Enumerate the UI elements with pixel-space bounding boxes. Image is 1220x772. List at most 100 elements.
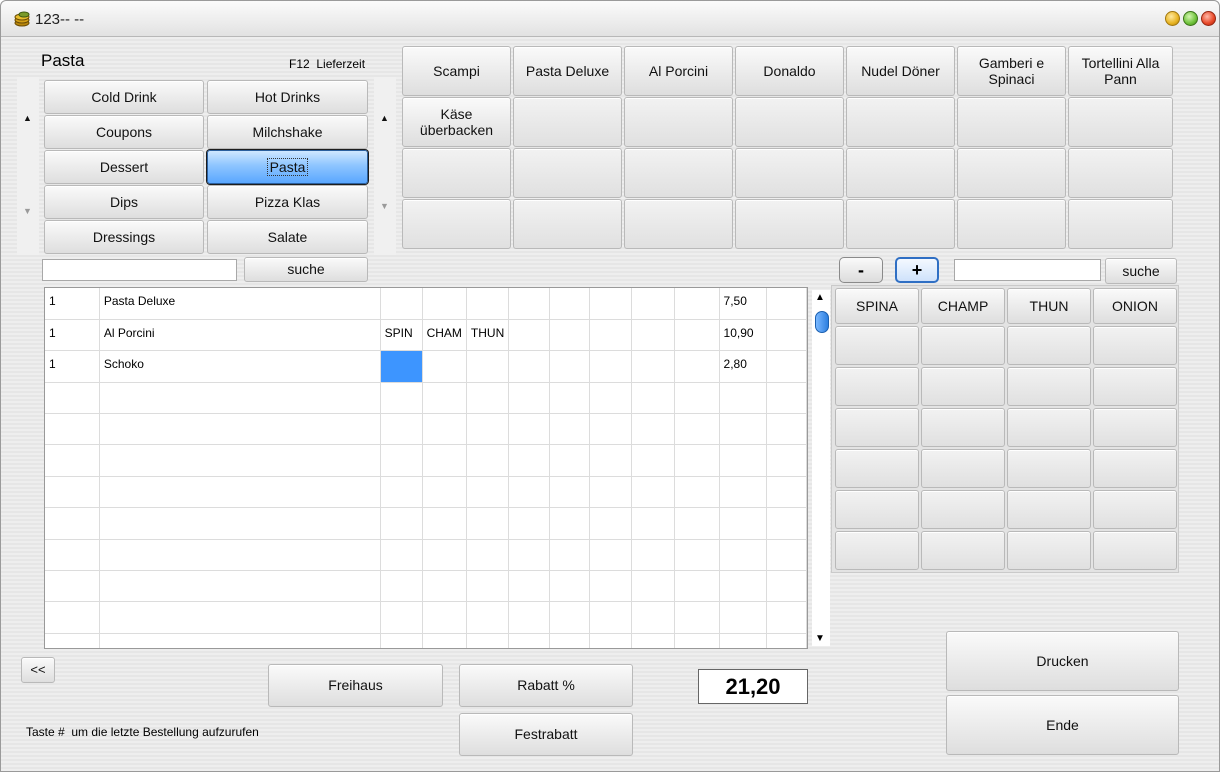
table-cell[interactable]	[589, 570, 632, 603]
table-cell[interactable]	[631, 539, 676, 572]
category-cold-drink[interactable]: Cold Drink	[44, 80, 204, 114]
table-cell[interactable]	[631, 288, 676, 320]
product-scroll-down-icon[interactable]: ▼	[380, 201, 389, 211]
category-dessert[interactable]: Dessert	[44, 150, 204, 184]
cell-qty[interactable]: 1	[45, 319, 100, 352]
product-empty-slot[interactable]	[846, 97, 955, 147]
table-row[interactable]: 1 Schoko 2,80	[45, 350, 807, 383]
table-cell[interactable]	[508, 350, 550, 383]
table-cell[interactable]	[719, 570, 768, 603]
order-scrollbar[interactable]: ▲ ▼	[812, 290, 830, 646]
table-row[interactable]: 1 Pasta Deluxe 7,50	[45, 288, 807, 320]
table-row[interactable]	[45, 633, 807, 648]
product-empty-slot[interactable]	[1068, 148, 1173, 198]
product-empty-slot[interactable]	[402, 148, 511, 198]
cell-extra[interactable]	[380, 288, 423, 320]
table-cell[interactable]	[99, 601, 381, 634]
table-cell[interactable]	[674, 444, 720, 477]
category-pizza-klas[interactable]: Pizza Klas	[207, 185, 368, 219]
table-cell[interactable]	[508, 507, 550, 540]
table-cell[interactable]	[99, 570, 381, 603]
table-cell[interactable]	[589, 507, 632, 540]
cell-qty[interactable]: 1	[45, 350, 100, 383]
extra-empty-slot[interactable]	[921, 449, 1005, 488]
table-cell[interactable]	[719, 382, 768, 415]
extra-spina[interactable]: SPINA	[835, 288, 919, 324]
table-cell[interactable]	[631, 350, 676, 383]
extra-empty-slot[interactable]	[921, 408, 1005, 447]
table-cell[interactable]	[508, 570, 550, 603]
table-cell[interactable]	[766, 570, 807, 603]
table-row[interactable]	[45, 601, 807, 634]
extra-empty-slot[interactable]	[1093, 408, 1177, 447]
extra-empty-slot[interactable]	[1093, 490, 1177, 529]
product-empty-slot[interactable]	[846, 148, 955, 198]
category-coupons[interactable]: Coupons	[44, 115, 204, 149]
table-cell[interactable]	[508, 319, 550, 352]
table-cell[interactable]	[466, 507, 510, 540]
table-cell[interactable]	[589, 319, 632, 352]
table-cell[interactable]	[99, 539, 381, 572]
extra-empty-slot[interactable]	[835, 449, 919, 488]
category-hot-drinks[interactable]: Hot Drinks	[207, 80, 368, 114]
table-cell[interactable]	[766, 288, 807, 320]
table-cell[interactable]	[508, 539, 550, 572]
product-empty-slot[interactable]	[624, 97, 733, 147]
table-cell[interactable]	[380, 444, 423, 477]
product-empty-slot[interactable]	[846, 199, 955, 249]
table-cell[interactable]	[508, 601, 550, 634]
cell-extra[interactable]	[466, 288, 510, 320]
product-empty-slot[interactable]	[513, 148, 622, 198]
table-cell[interactable]	[589, 539, 632, 572]
table-cell[interactable]	[508, 382, 550, 415]
table-cell[interactable]	[508, 413, 550, 446]
extra-empty-slot[interactable]	[1007, 367, 1091, 406]
table-cell[interactable]	[674, 319, 720, 352]
table-cell[interactable]	[466, 570, 510, 603]
table-cell[interactable]	[589, 633, 632, 648]
table-cell[interactable]	[766, 382, 807, 415]
table-cell[interactable]	[549, 633, 591, 648]
table-cell[interactable]	[674, 570, 720, 603]
table-cell[interactable]	[631, 382, 676, 415]
table-cell[interactable]	[631, 319, 676, 352]
extra-empty-slot[interactable]	[1007, 449, 1091, 488]
search-input-right[interactable]	[954, 259, 1101, 281]
table-cell[interactable]	[380, 633, 423, 648]
table-cell[interactable]	[466, 633, 510, 648]
cell-extra[interactable]	[466, 350, 510, 383]
extra-empty-slot[interactable]	[921, 326, 1005, 365]
table-cell[interactable]	[422, 507, 467, 540]
table-cell[interactable]	[45, 413, 100, 446]
table-cell[interactable]	[631, 413, 676, 446]
category-scroll-down-icon[interactable]: ▼	[23, 206, 32, 216]
product-pasta-deluxe[interactable]: Pasta Deluxe	[513, 46, 622, 96]
table-cell[interactable]	[719, 633, 768, 648]
table-cell[interactable]	[549, 507, 591, 540]
order-grid[interactable]: 1 Pasta Deluxe 7,50 1 Al Porcini SPIN CHAM THUN…	[44, 287, 808, 649]
table-cell[interactable]	[45, 601, 100, 634]
product-empty-slot[interactable]	[402, 199, 511, 249]
table-cell[interactable]	[422, 382, 467, 415]
product-empty-slot[interactable]	[957, 199, 1066, 249]
table-cell[interactable]	[766, 601, 807, 634]
table-cell[interactable]	[674, 476, 720, 509]
table-cell[interactable]	[589, 350, 632, 383]
table-cell[interactable]	[719, 413, 768, 446]
extra-champ[interactable]: CHAMP	[921, 288, 1005, 324]
scroll-thumb[interactable]	[815, 311, 829, 333]
product-al-porcini[interactable]: Al Porcini	[624, 46, 733, 96]
table-cell[interactable]	[508, 476, 550, 509]
table-cell[interactable]	[99, 444, 381, 477]
table-cell[interactable]	[45, 633, 100, 648]
festrabatt-button[interactable]: Festrabatt	[459, 713, 633, 756]
table-cell[interactable]	[589, 288, 632, 320]
table-cell[interactable]	[766, 476, 807, 509]
table-cell[interactable]	[766, 350, 807, 383]
category-pasta[interactable]: Pasta	[207, 150, 368, 184]
table-cell[interactable]	[549, 601, 591, 634]
product-tortellini-alla-pann[interactable]: Tortellini Alla Pann	[1068, 46, 1173, 96]
table-row[interactable]	[45, 539, 807, 572]
extra-empty-slot[interactable]	[1007, 408, 1091, 447]
table-cell[interactable]	[508, 444, 550, 477]
